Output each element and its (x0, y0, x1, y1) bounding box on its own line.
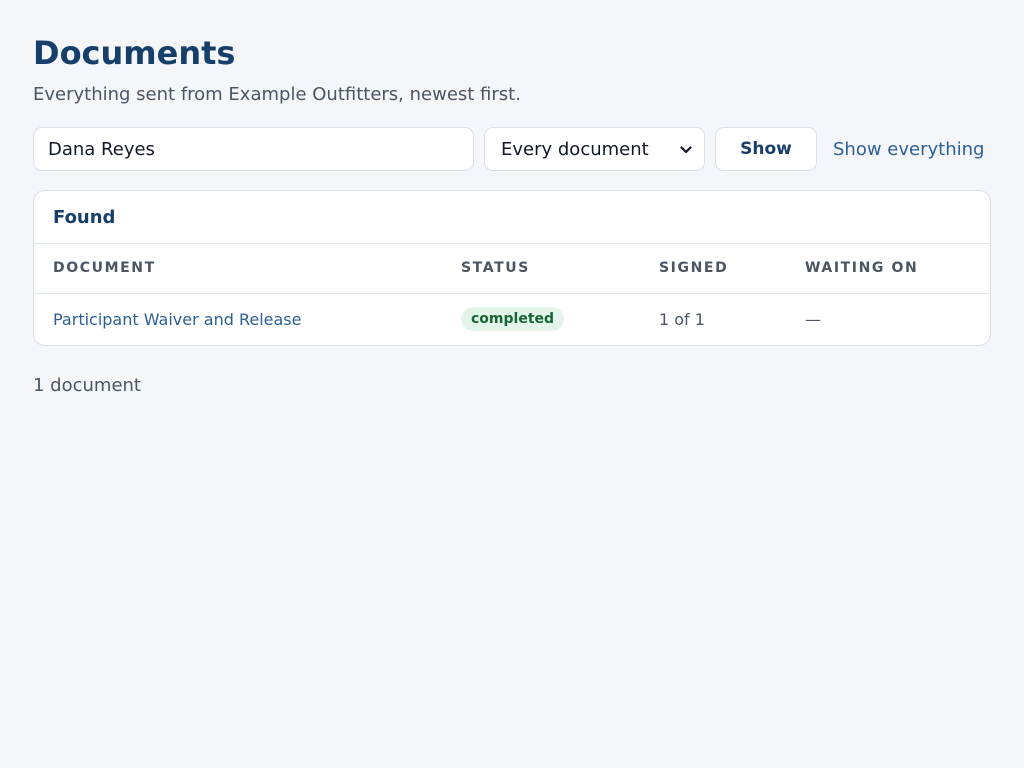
documents-table: DOCUMENT STATUS SIGNED WAITING ON Partic… (34, 244, 990, 345)
results-card: Found DOCUMENT STATUS SIGNED WAITING ON … (33, 190, 991, 346)
chevron-down-icon (680, 146, 692, 154)
document-link[interactable]: Participant Waiver and Release (53, 310, 301, 329)
signed-cell: 1 of 1 (659, 309, 705, 329)
status-badge: completed (461, 307, 565, 332)
column-header-status: STATUS (442, 244, 640, 294)
show-everything-link[interactable]: Show everything (833, 139, 984, 160)
column-header-document: DOCUMENT (34, 244, 442, 294)
document-cell: Participant Waiver and Release (34, 293, 442, 345)
page-title: Documents (33, 34, 236, 72)
page-subtitle: Everything sent from Example Outfitters,… (33, 84, 521, 105)
document-type-select[interactable]: Every document (484, 127, 705, 171)
column-header-waiting-on: WAITING ON (786, 244, 990, 294)
status-cell: completed (442, 293, 640, 345)
results-heading: Found (34, 191, 990, 244)
table-header-row: DOCUMENT STATUS SIGNED WAITING ON (34, 244, 990, 294)
column-header-signed: SIGNED (640, 244, 786, 294)
show-button[interactable]: Show (715, 127, 817, 171)
result-count: 1 document (33, 375, 141, 396)
document-type-select-value: Every document (501, 138, 649, 160)
search-input[interactable] (33, 127, 474, 171)
table-row: Participant Waiver and Release completed… (34, 293, 990, 345)
filter-bar: Every document Show Show everything (33, 127, 991, 171)
waiting-on-cell: — (805, 309, 821, 329)
documents-page: Documents Everything sent from Example O… (33, 30, 991, 396)
